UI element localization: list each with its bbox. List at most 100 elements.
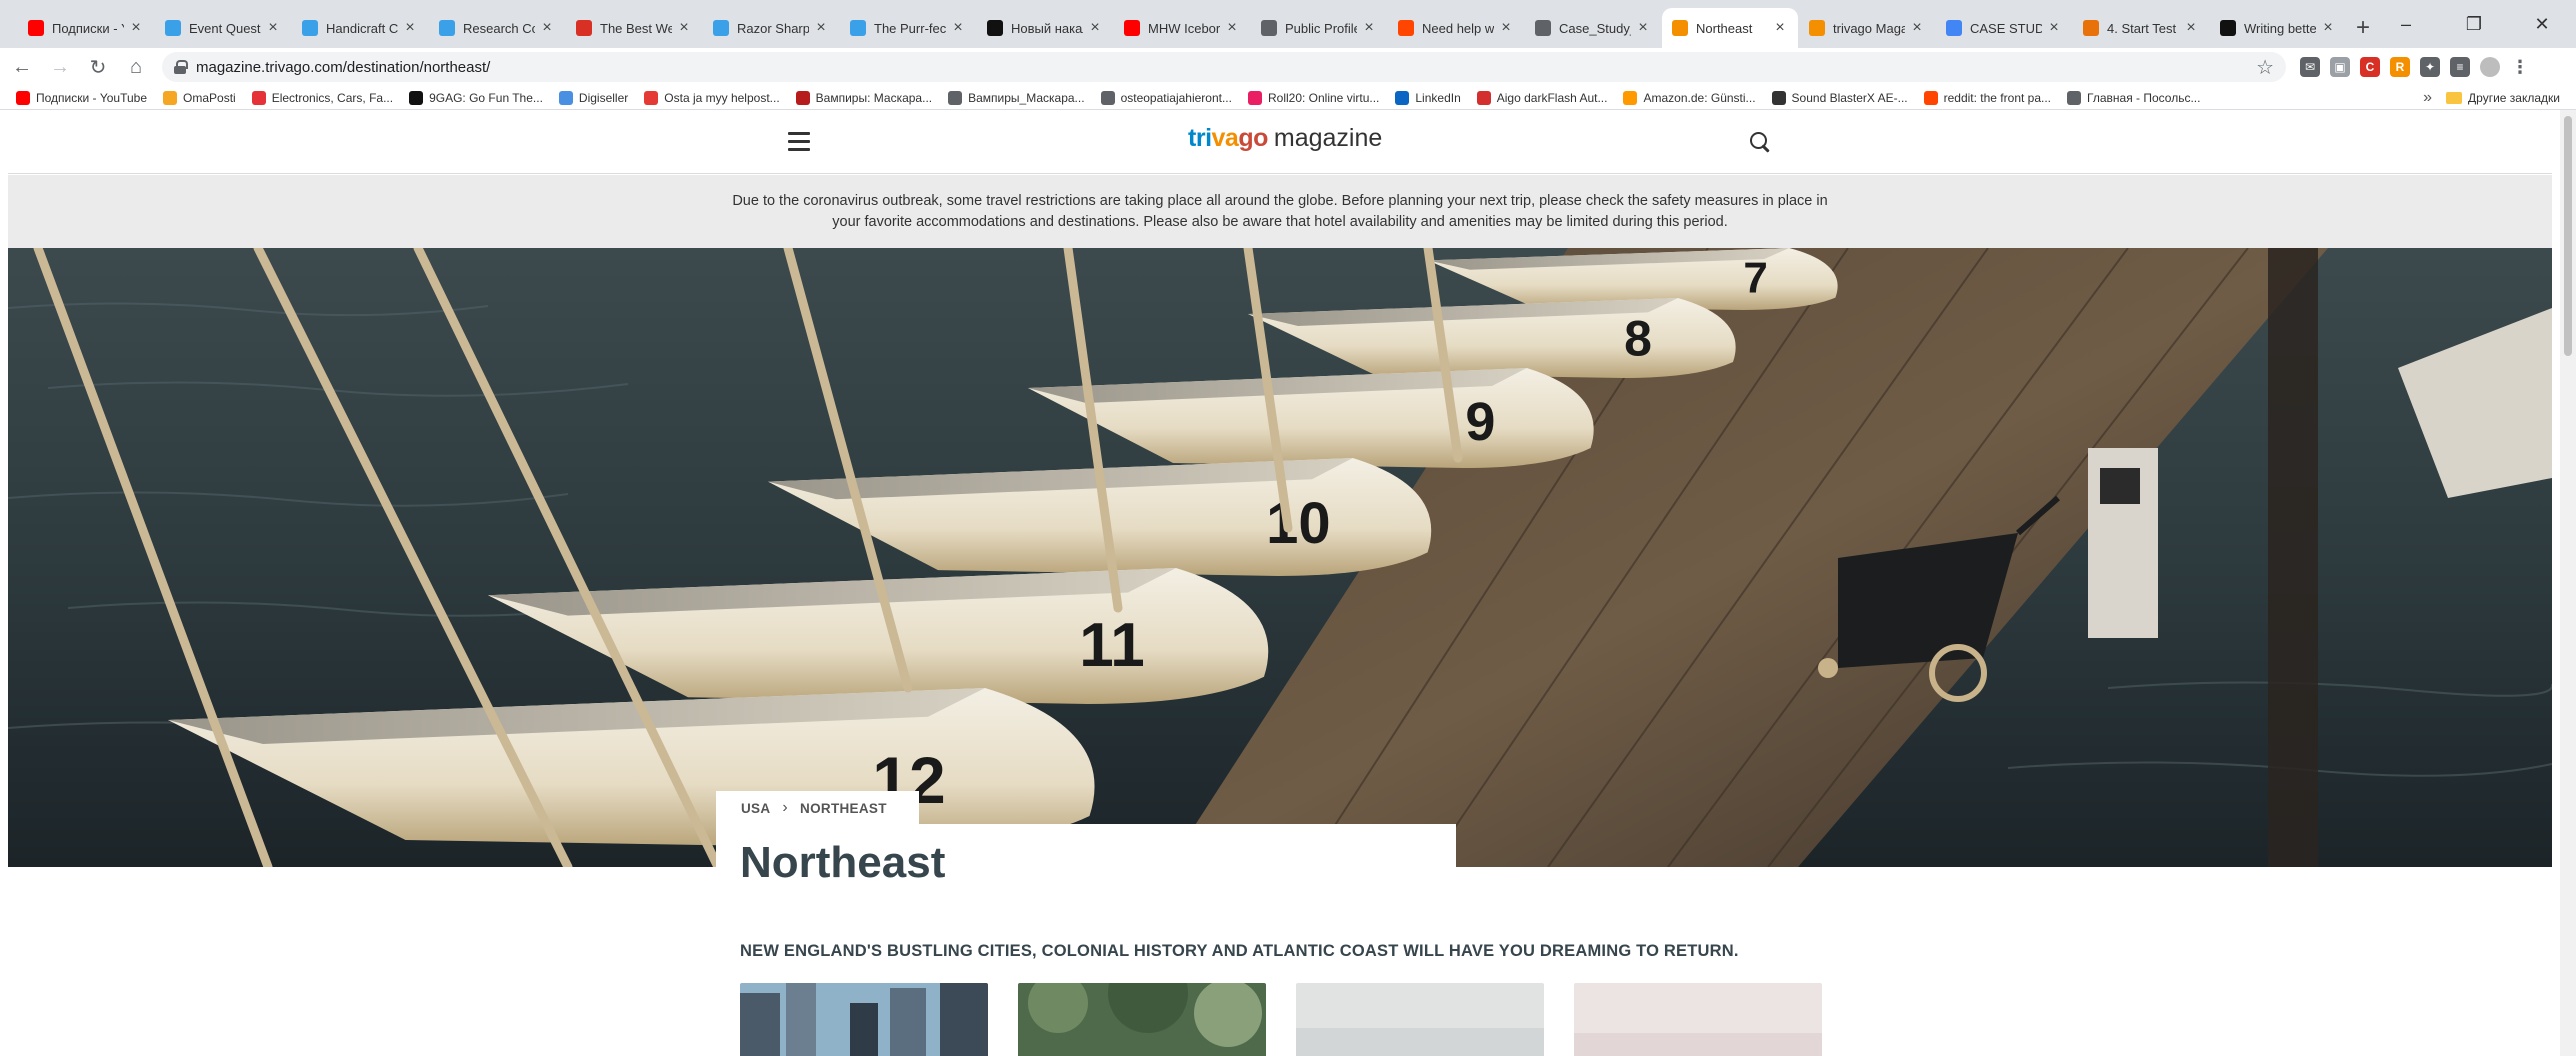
page-scrollbar[interactable] xyxy=(2560,110,2576,1056)
close-window-icon[interactable]: ✕ xyxy=(2508,0,2576,48)
tab-11[interactable]: Case_Study_ × xyxy=(1525,8,1661,48)
bookmarks-overflow-icon[interactable]: » xyxy=(2423,89,2432,107)
bookmark-item[interactable]: Sound BlasterX AE-... xyxy=(1771,90,1908,105)
close-tab-icon[interactable]: × xyxy=(2046,19,2062,37)
bookmark-item[interactable]: reddit: the front pa... xyxy=(1923,90,2051,105)
tab-0[interactable]: Подписки - YouTube× xyxy=(18,8,154,48)
diamond-icon xyxy=(850,20,866,36)
bookmark-favicon-icon xyxy=(1247,90,1262,105)
close-tab-icon[interactable]: × xyxy=(1635,19,1651,37)
bookmark-item[interactable]: Amazon.de: Günsti... xyxy=(1623,90,1756,105)
bookmark-item[interactable]: 9GAG: Go Fun The... xyxy=(409,90,543,105)
tab-6[interactable]: The Purr-fect × xyxy=(840,8,976,48)
tab-7[interactable]: Новый накал × xyxy=(977,8,1113,48)
tab-title: Case_Study_ xyxy=(1559,20,1631,36)
reload-icon[interactable]: ↻ xyxy=(82,51,114,83)
bookmark-label: Вампиры_Маскара... xyxy=(968,90,1085,105)
puzzle-icon[interactable]: ✦ xyxy=(2420,57,2440,77)
close-tab-icon[interactable]: × xyxy=(2320,19,2336,37)
bookmark-item[interactable]: osteopatiajahieront... xyxy=(1100,90,1232,105)
tab-16[interactable]: Writing bette × xyxy=(2210,8,2346,48)
bookmark-item[interactable]: OmaPosti xyxy=(163,90,236,105)
close-tab-icon[interactable]: × xyxy=(1087,19,1103,37)
restore-icon[interactable]: ❐ xyxy=(2440,0,2508,48)
reading-list-icon[interactable]: ≡ xyxy=(2450,57,2470,77)
hamburger-menu-icon[interactable] xyxy=(788,132,810,152)
close-tab-icon[interactable]: × xyxy=(676,19,692,37)
tab-9[interactable]: Public Profile × xyxy=(1251,8,1387,48)
tab-title: Writing bette xyxy=(2244,20,2316,36)
rss-extension-icon[interactable]: R xyxy=(2390,57,2410,77)
site-icon xyxy=(2083,20,2099,36)
minimize-icon[interactable]: – xyxy=(2372,0,2440,48)
bookmark-item[interactable]: Roll20: Online virtu... xyxy=(1247,90,1379,105)
extension-icon[interactable]: ▣ xyxy=(2330,57,2350,77)
article-card-misty[interactable] xyxy=(1296,983,1544,1056)
tab-title: Northeast xyxy=(1696,20,1753,36)
bookmark-label: Electronics, Cars, Fa... xyxy=(271,90,394,105)
close-tab-icon[interactable]: × xyxy=(1498,19,1514,37)
bookmark-star-icon[interactable]: ☆ xyxy=(2256,55,2274,80)
sailboats-dock-illustration: 789101112 xyxy=(8,248,2552,867)
home-icon[interactable]: ⌂ xyxy=(120,51,152,83)
site-logo[interactable]: trivago magazine xyxy=(1188,124,1382,153)
close-tab-icon[interactable]: × xyxy=(1772,19,1788,37)
close-tab-icon[interactable]: × xyxy=(813,19,829,37)
bookmark-item[interactable]: Electronics, Cars, Fa... xyxy=(251,90,394,105)
forward-icon[interactable]: → xyxy=(44,51,76,83)
boat-number: 11 xyxy=(1079,611,1145,680)
city-thumbnail xyxy=(740,983,988,1056)
tab-4[interactable]: The Best Wea× xyxy=(566,8,702,48)
bookmark-item[interactable]: Вампиры_Маскара... xyxy=(948,90,1085,105)
scrollbar-thumb[interactable] xyxy=(2564,116,2572,356)
close-tab-icon[interactable]: × xyxy=(950,19,966,37)
article-card-forest[interactable] xyxy=(1018,983,1266,1056)
extension-badge-icon[interactable]: C xyxy=(2360,57,2380,77)
bookmark-favicon-icon xyxy=(16,90,30,105)
address-bar[interactable]: magazine.trivago.com/destination/northea… xyxy=(162,52,2286,82)
tab-13[interactable]: trivago Maga × xyxy=(1799,8,1935,48)
back-icon[interactable]: ← xyxy=(6,51,38,83)
close-tab-icon[interactable]: × xyxy=(1909,19,1925,37)
article-card-city[interactable] xyxy=(740,983,988,1056)
breadcrumb-usa[interactable]: USA xyxy=(741,801,770,816)
bookmark-item[interactable]: Подписки - YouTube xyxy=(16,90,147,105)
breadcrumb-northeast[interactable]: NORTHEAST xyxy=(800,801,887,816)
kebab-menu-icon[interactable]: ⋮ xyxy=(2510,57,2530,77)
close-tab-icon[interactable]: × xyxy=(128,19,144,37)
tab-12[interactable]: Northeast × xyxy=(1662,8,1798,48)
search-icon[interactable] xyxy=(1748,130,1772,154)
close-tab-icon[interactable]: × xyxy=(1361,19,1377,37)
bookmark-label: OmaPosti xyxy=(183,90,236,105)
tab-title: Handicraft Cla xyxy=(326,20,398,36)
tab-10[interactable]: Need help wi × xyxy=(1388,8,1524,48)
tab-3[interactable]: Research Cont× xyxy=(429,8,565,48)
close-tab-icon[interactable]: × xyxy=(1224,19,1240,37)
close-tab-icon[interactable]: × xyxy=(402,19,418,37)
mail-extension-icon[interactable]: ✉ xyxy=(2300,57,2320,77)
tab-8[interactable]: MHW Iceborn × xyxy=(1114,8,1250,48)
bookmark-item[interactable]: Вампиры: Маскара... xyxy=(795,90,932,105)
tab-15[interactable]: 4. Start Test R× xyxy=(2073,8,2209,48)
boat-number: 9 xyxy=(1465,392,1495,452)
bookmark-item[interactable]: LinkedIn xyxy=(1395,90,1461,105)
bookmark-item[interactable]: Aigo darkFlash Aut... xyxy=(1476,90,1607,105)
bookmark-item[interactable]: Osta ja myy helpost... xyxy=(644,90,780,105)
other-bookmarks[interactable]: Другие закладки xyxy=(2446,91,2560,105)
avatar[interactable] xyxy=(2480,57,2500,77)
tab-2[interactable]: Handicraft Cla× xyxy=(292,8,428,48)
bookmark-item[interactable]: Digiseller xyxy=(558,90,628,105)
tab-title: Razor Sharp E xyxy=(737,20,809,36)
article-card-pink[interactable] xyxy=(1574,983,1822,1056)
close-tab-icon[interactable]: × xyxy=(2183,19,2199,37)
tab-1[interactable]: Event Questions× xyxy=(155,8,291,48)
tab-14[interactable]: CASE STUDY× xyxy=(1936,8,2072,48)
tab-5[interactable]: Razor Sharp E× xyxy=(703,8,839,48)
bookmark-item[interactable]: Главная - Посольс... xyxy=(2067,90,2200,105)
close-tab-icon[interactable]: × xyxy=(265,19,281,37)
bookmark-favicon-icon xyxy=(1395,90,1410,105)
globe-icon xyxy=(1535,20,1551,36)
url-text[interactable]: magazine.trivago.com/destination/northea… xyxy=(196,59,2256,76)
close-tab-icon[interactable]: × xyxy=(539,19,555,37)
lock-icon[interactable] xyxy=(174,60,188,74)
